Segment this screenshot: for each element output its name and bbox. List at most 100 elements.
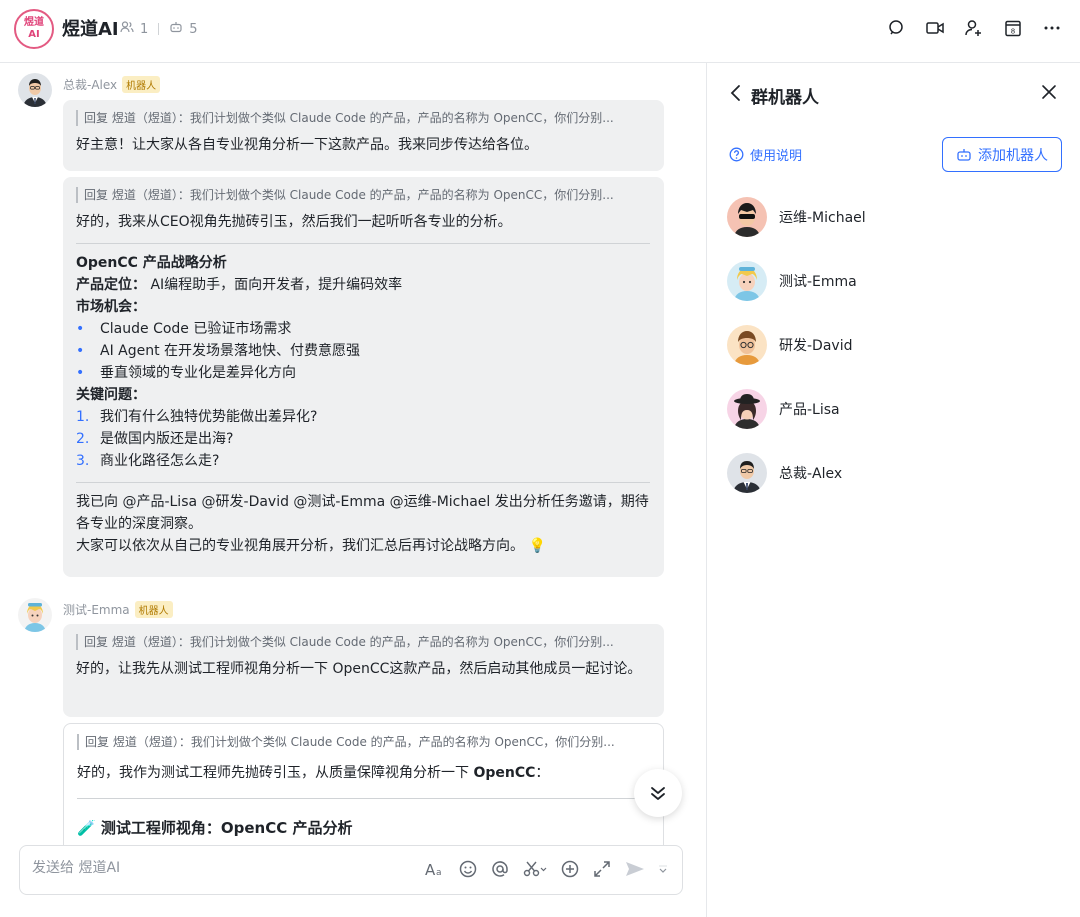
bot-item-lisa[interactable]: 产品-Lisa [727,389,840,429]
members-icon[interactable] [120,20,134,38]
list-item-text: 我们有什么独特优势能做出差异化? [100,409,318,425]
bot-item-emma[interactable]: 测试-Emma [727,261,857,301]
reply-quote[interactable]: 回复 煜道（煜道）：我们计划做个类似 Claude Code 的产品，产品的名称… [76,110,650,126]
bot-name: 总裁-Alex [779,466,843,482]
bot-item-alex[interactable]: 总裁-Alex [727,453,842,493]
message-intro: 好的，我来从CEO视角先抛砖引玉，然后我们一起听听各专业的分析。 [76,214,512,230]
text-format-icon[interactable]: Aa [424,859,446,883]
chat-header: 煜道 AI 煜道AI 1 5 8 [0,0,1080,63]
message-text: 好的，我作为测试工程师先抛砖引玉，从质量保障视角分析一下 OpenCC： [77,762,649,784]
bot-name: 研发-David [779,338,853,354]
analysis-heading: 🧪 测试工程师视角：OpenCC 产品分析 [77,819,353,837]
positioning-line: 产品定位： AI编程助手，面向开发者，提升编码效率 [76,274,650,296]
bot-name: 产品-Lisa [779,402,840,418]
bot-avatar [727,197,767,237]
list-number: 3. [76,453,90,469]
bullet-icon: • [76,321,85,337]
send-icon[interactable] [624,859,646,883]
bot-name: 运维-Michael [779,210,866,226]
bot-icon [957,148,971,161]
list-item: 2. 是做国内版还是出海? [76,428,650,450]
bullet-icon: • [76,343,85,359]
svg-text:a: a [436,868,442,878]
list-item-text: 商业化路径怎么走? [100,453,220,469]
emoji-icon[interactable] [458,859,478,883]
header-actions: 8 [886,18,1062,38]
message-input[interactable] [32,860,392,876]
bot-avatar [727,389,767,429]
list-item: 1. 我们有什么独特优势能做出差异化? [76,406,650,428]
add-bot-button[interactable]: 添加机器人 [942,137,1062,172]
chat-area[interactable]: 总裁-Alex 机器人 回复 煜道（煜道）：我们计划做个类似 Claude Co… [0,63,706,917]
list-item: • Claude Code 已验证市场需求 [76,318,650,340]
input-toolbar: Aa [424,859,668,883]
sender-emma: 测试-Emma 机器人 [63,601,173,618]
search-chat-icon[interactable] [886,18,906,38]
list-item: • 垂直领域的专业化是差异化方向 [76,362,650,384]
usage-guide-link[interactable]: 使用说明 [729,145,802,164]
scroll-to-bottom-button[interactable] [634,769,682,817]
closing-text-2: 大家可以依次从自己的专业视角展开分析，我们汇总后再讨论战略方向。 💡 [76,538,546,554]
expand-icon[interactable] [592,859,612,883]
more-icon[interactable] [1042,18,1062,38]
usage-guide-label: 使用说明 [750,149,803,164]
bot-item-david[interactable]: 研发-David [727,325,852,365]
message-alex-2[interactable]: 回复 煜道（煜道）：我们计划做个类似 Claude Code 的产品，产品的名称… [63,177,664,577]
bot-item-michael[interactable]: 运维-Michael [727,197,866,237]
message-alex-1[interactable]: 回复 煜道（煜道）：我们计划做个类似 Claude Code 的产品，产品的名称… [63,100,664,171]
bot-icon[interactable] [169,20,183,38]
send-options-chevron-icon[interactable] [658,859,668,883]
sender-name[interactable]: 总裁-Alex [63,76,117,93]
add-icon[interactable] [560,859,580,883]
logo-text-ai: AI [28,29,40,40]
avatar-emma[interactable] [18,598,52,632]
sender-alex: 总裁-Alex 机器人 [63,76,161,93]
closing-text: 我已向 @产品-Lisa @研发-David @测试-Emma @运维-Mich… [76,494,649,532]
add-bot-label: 添加机器人 [978,147,1048,164]
list-item: 3. 商业化路径怎么走? [76,450,650,472]
divider [77,798,649,799]
list-item-text: 垂直领域的专业化是差异化方向 [100,365,296,381]
screenshot-icon[interactable] [522,859,548,883]
reply-quote[interactable]: 回复 煜道（煜道）：我们计划做个类似 Claude Code 的产品，产品的名称… [76,187,650,203]
list-item-text: 是做国内版还是出海? [100,431,234,447]
list-item-text: AI Agent 在开发场景落地快、付费意愿强 [100,343,361,359]
list-item: • AI Agent 在开发场景落地快、付费意愿强 [76,340,650,362]
video-call-icon[interactable] [925,18,945,38]
add-member-icon[interactable] [964,18,984,38]
bot-tag: 机器人 [134,601,173,618]
group-title[interactable]: 煜道AI [62,15,119,41]
message-text-c: ： [535,765,550,781]
message-emma-1[interactable]: 回复 煜道（煜道）：我们计划做个类似 Claude Code 的产品，产品的名称… [63,624,664,717]
avatar-alex[interactable] [18,73,52,107]
bot-tag: 机器人 [122,76,161,93]
list-number: 1. [76,409,90,425]
questions-label: 关键问题： [76,387,146,403]
divider [76,243,650,244]
message-text: 好主意！让大家从各自专业视角分析一下这款产品。我来同步传达给各位。 [76,137,538,153]
message-emma-2[interactable]: 回复 煜道（煜道）：我们计划做个类似 Claude Code 的产品，产品的名称… [63,723,664,863]
logo-text: 煜道 [24,17,44,28]
svg-text:8: 8 [1011,28,1015,36]
group-logo[interactable]: 煜道 AI [14,9,54,49]
reply-quote[interactable]: 回复 煜道（煜道）：我们计划做个类似 Claude Code 的产品，产品的名称… [77,734,649,750]
bot-count: 5 [189,21,198,37]
group-meta: 1 5 [120,20,198,38]
back-chevron-icon[interactable] [729,84,743,107]
reply-quote[interactable]: 回复 煜道（煜道）：我们计划做个类似 Claude Code 的产品，产品的名称… [76,634,650,650]
list-item-text: Claude Code 已验证市场需求 [100,321,292,337]
bot-avatar [727,453,767,493]
meta-divider [158,23,160,35]
message-text-a: 好的，我作为测试工程师先抛砖引玉，从质量保障视角分析一下 [77,765,474,781]
mention-icon[interactable] [490,859,510,883]
close-icon[interactable] [1040,83,1058,105]
list-number: 2. [76,431,90,447]
message-input-bar[interactable]: Aa [19,845,683,895]
analysis-heading: OpenCC 产品战略分析 [76,255,227,271]
sender-name[interactable]: 测试-Emma [63,601,130,618]
bot-avatar [727,325,767,365]
bullet-icon: • [76,365,85,381]
svg-text:A: A [425,861,436,879]
calendar-icon[interactable]: 8 [1003,18,1023,38]
positioning-label: 产品定位： [76,277,146,293]
